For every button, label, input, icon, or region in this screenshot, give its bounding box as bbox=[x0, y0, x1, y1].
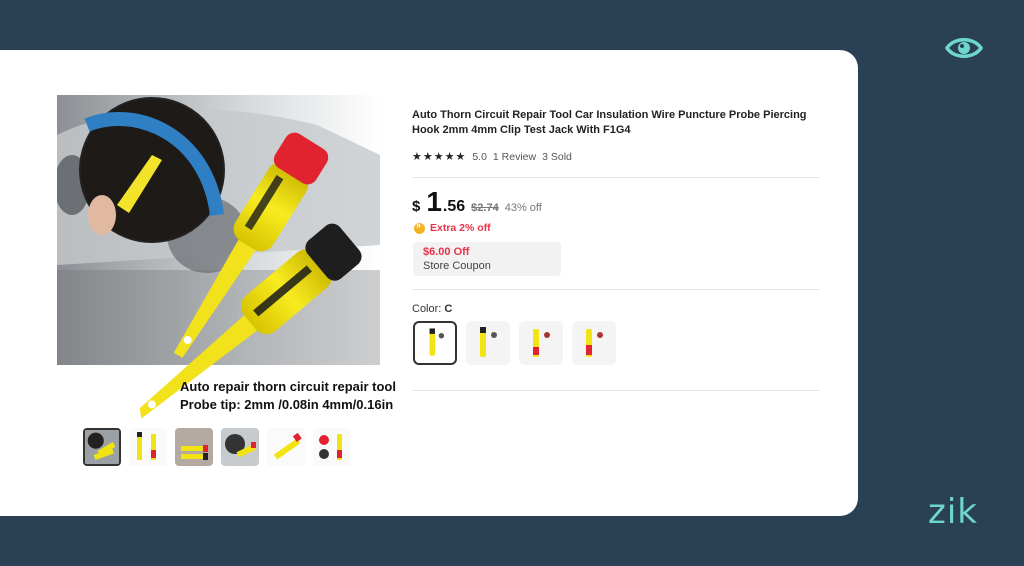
color-label-text: Color: bbox=[412, 303, 442, 315]
thumbnail[interactable] bbox=[313, 428, 351, 466]
coupon-amount: $6.00 Off bbox=[423, 246, 470, 258]
thumbnail[interactable] bbox=[221, 428, 259, 466]
color-swatch[interactable] bbox=[466, 321, 510, 365]
thumbnail[interactable] bbox=[267, 428, 305, 466]
review-count-link[interactable]: 1 Review bbox=[493, 151, 536, 163]
color-swatches bbox=[413, 321, 616, 365]
price-row: $ 1 .56 $2.74 43% off bbox=[412, 188, 542, 216]
extra-discount-label: Extra 2% off bbox=[430, 222, 491, 234]
caption-line-2: Probe tip: 2mm /0.08in 4mm/0.16in bbox=[180, 397, 394, 412]
color-selector-label: Color: C bbox=[412, 303, 452, 315]
rating-value: 5.0 bbox=[472, 150, 487, 163]
main-product-image[interactable] bbox=[57, 95, 380, 420]
thumbnail[interactable] bbox=[175, 428, 213, 466]
star-rating-icon: ★★★★★ bbox=[412, 151, 467, 163]
original-price: $2.74 bbox=[471, 202, 499, 214]
color-swatch[interactable] bbox=[413, 321, 457, 365]
divider bbox=[412, 177, 820, 178]
product-title: Auto Thorn Circuit Repair Tool Car Insul… bbox=[412, 109, 807, 136]
caption-line-1: Auto repair thorn circuit repair tool bbox=[180, 379, 396, 394]
sold-count: 3 Sold bbox=[542, 150, 572, 163]
extra-discount: Extra 2% off bbox=[414, 220, 491, 234]
thumbnail[interactable] bbox=[83, 428, 121, 466]
divider bbox=[412, 390, 820, 391]
color-swatch[interactable] bbox=[572, 321, 616, 365]
discount-percent: 43% off bbox=[504, 202, 542, 214]
price-integer: 1 bbox=[426, 186, 442, 217]
rating-row: ★★★★★ 5.0 1 Review 3 Sold bbox=[412, 150, 572, 164]
brand-logo: zik bbox=[928, 492, 978, 532]
coupon-label: Store Coupon bbox=[423, 260, 491, 272]
price-currency: $ bbox=[412, 198, 421, 215]
thumbnail-strip bbox=[83, 428, 351, 466]
divider bbox=[412, 289, 820, 290]
coin-icon bbox=[414, 220, 425, 234]
selected-color-value: C bbox=[444, 303, 453, 315]
product-card: Auto repair thorn circuit repair tool Pr… bbox=[0, 50, 858, 516]
thumbnail[interactable] bbox=[129, 428, 167, 466]
image-caption: Auto repair thorn circuit repair tool Pr… bbox=[180, 378, 396, 414]
price-decimal: .56 bbox=[442, 198, 466, 215]
eye-logo-icon bbox=[945, 38, 983, 58]
color-swatch[interactable] bbox=[519, 321, 563, 365]
store-coupon-button[interactable]: $6.00 Off Store Coupon bbox=[413, 242, 561, 276]
